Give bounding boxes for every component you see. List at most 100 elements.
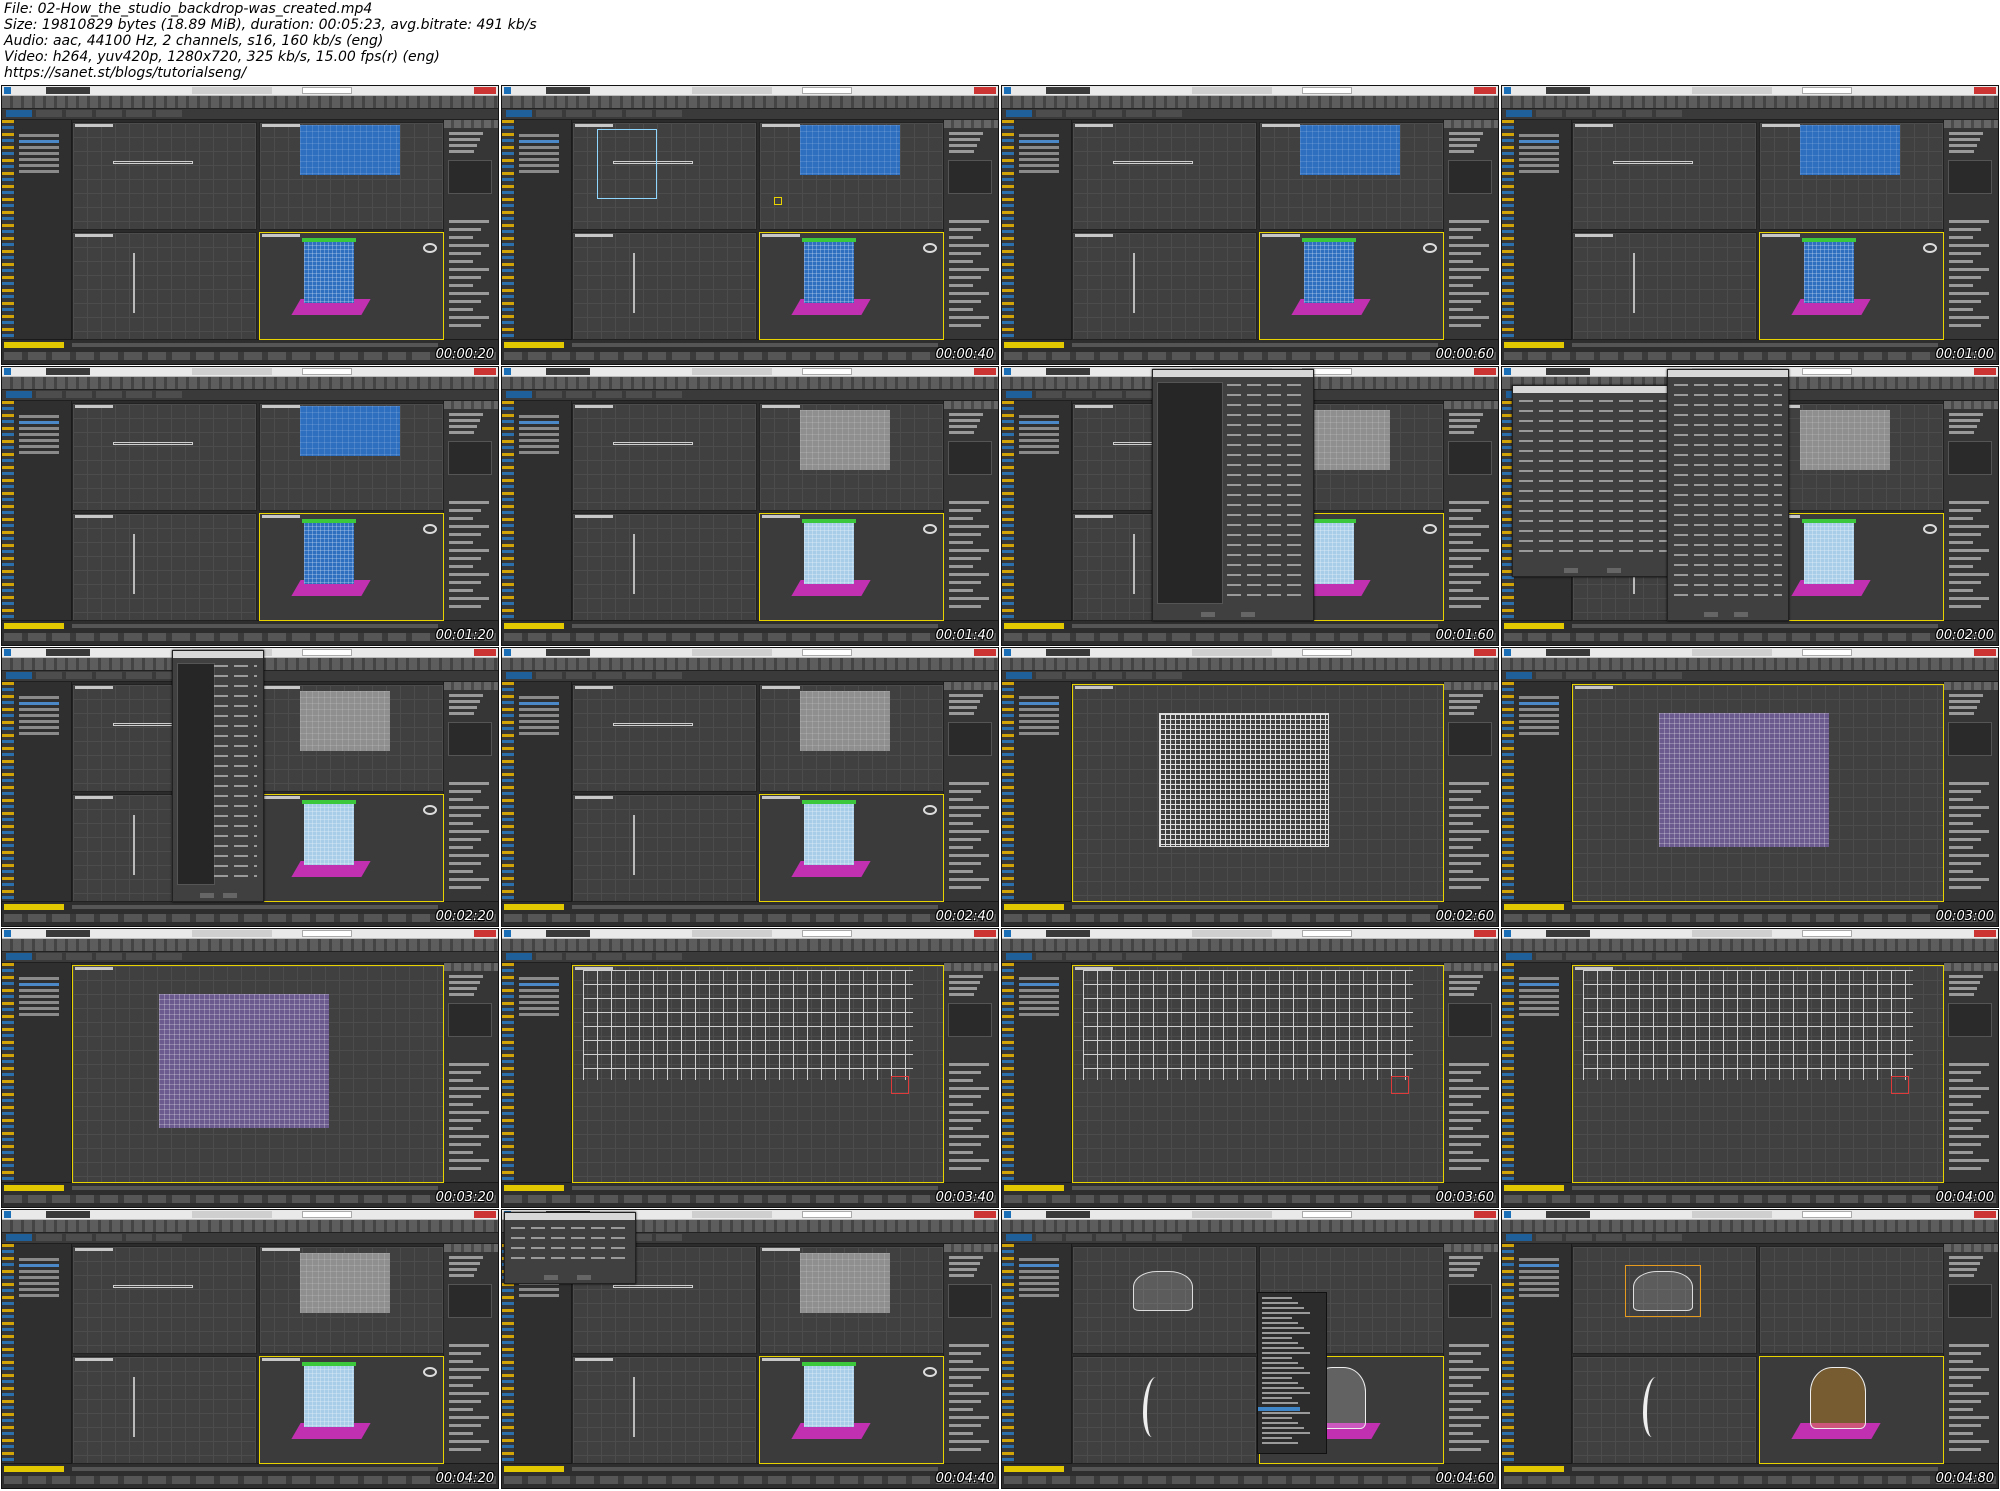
left-tool-strip[interactable] bbox=[1502, 963, 1514, 1183]
explorer-row[interactable] bbox=[519, 451, 559, 454]
ribbon-tab[interactable] bbox=[1506, 1234, 1532, 1241]
ribbon-tab[interactable] bbox=[1506, 953, 1532, 960]
left-tool-strip[interactable] bbox=[1002, 682, 1014, 902]
ok-button[interactable] bbox=[1704, 612, 1718, 617]
window-controls[interactable] bbox=[974, 1211, 996, 1218]
explorer-row[interactable] bbox=[519, 439, 559, 442]
ribbon-tab[interactable] bbox=[36, 953, 62, 960]
cancel-button[interactable] bbox=[576, 1275, 591, 1280]
ribbon-tab[interactable] bbox=[36, 1234, 62, 1241]
workspace-dropdown[interactable] bbox=[1546, 1211, 1590, 1218]
window-controls[interactable] bbox=[474, 930, 496, 937]
search-field[interactable] bbox=[802, 368, 852, 375]
explorer-row[interactable] bbox=[1019, 702, 1059, 705]
left-tool-strip[interactable] bbox=[2, 963, 14, 1183]
explorer-row[interactable] bbox=[19, 415, 59, 418]
ribbon-tab[interactable] bbox=[1596, 953, 1622, 960]
explorer-row[interactable] bbox=[1019, 427, 1059, 430]
ribbon-tab[interactable] bbox=[1036, 672, 1062, 679]
explorer-row[interactable] bbox=[519, 427, 559, 430]
ribbon-tab[interactable] bbox=[596, 110, 622, 117]
ribbon-tab[interactable] bbox=[1566, 110, 1592, 117]
search-field[interactable] bbox=[1302, 649, 1352, 656]
explorer-row[interactable] bbox=[519, 445, 559, 448]
ribbon-tab[interactable] bbox=[156, 391, 182, 398]
main-toolbar[interactable] bbox=[1002, 96, 1498, 109]
explorer-row[interactable] bbox=[1019, 1276, 1059, 1279]
explorer-row[interactable] bbox=[1019, 146, 1059, 149]
explorer-row[interactable] bbox=[1519, 1013, 1559, 1016]
ribbon-tab[interactable] bbox=[1006, 953, 1032, 960]
time-slider[interactable] bbox=[1072, 1186, 1438, 1190]
explorer-row[interactable] bbox=[1519, 1282, 1559, 1285]
explorer-row[interactable] bbox=[519, 134, 559, 137]
main-toolbar[interactable] bbox=[1502, 96, 1998, 109]
ribbon-tab[interactable] bbox=[626, 391, 652, 398]
ribbon-tab[interactable] bbox=[1506, 672, 1532, 679]
ribbon-tab[interactable] bbox=[506, 672, 532, 679]
ribbon-tab[interactable] bbox=[36, 110, 62, 117]
explorer-row[interactable] bbox=[519, 433, 559, 436]
explorer-row[interactable] bbox=[1519, 1270, 1559, 1273]
ribbon-tab[interactable] bbox=[1066, 672, 1092, 679]
ribbon-tab[interactable] bbox=[96, 110, 122, 117]
ribbon-tab[interactable] bbox=[1656, 1234, 1682, 1241]
search-field[interactable] bbox=[802, 87, 852, 94]
ribbon-tab[interactable] bbox=[1006, 391, 1032, 398]
cancel-button[interactable] bbox=[1734, 612, 1748, 617]
ribbon-tab[interactable] bbox=[656, 391, 682, 398]
workspace-dropdown[interactable] bbox=[546, 87, 590, 94]
ribbon-tab[interactable] bbox=[1096, 110, 1122, 117]
explorer-row[interactable] bbox=[1519, 726, 1559, 729]
explorer-row[interactable] bbox=[1019, 152, 1059, 155]
ok-button[interactable] bbox=[200, 893, 214, 898]
ribbon-tab[interactable] bbox=[1566, 1234, 1592, 1241]
ribbon-tab[interactable] bbox=[6, 1234, 32, 1241]
explorer-row[interactable] bbox=[519, 415, 559, 418]
time-slider[interactable] bbox=[72, 1467, 438, 1471]
search-field[interactable] bbox=[1802, 87, 1852, 94]
explorer-row[interactable] bbox=[1519, 1276, 1559, 1279]
explorer-row[interactable] bbox=[519, 732, 559, 735]
explorer-row[interactable] bbox=[1019, 1001, 1059, 1004]
explorer-row[interactable] bbox=[1019, 1258, 1059, 1261]
explorer-row[interactable] bbox=[1519, 1264, 1559, 1267]
ribbon-tab[interactable] bbox=[656, 1234, 682, 1241]
ribbon-tab[interactable] bbox=[656, 110, 682, 117]
ribbon-tab[interactable] bbox=[566, 672, 592, 679]
ribbon-tab[interactable] bbox=[1066, 1234, 1092, 1241]
explorer-row[interactable] bbox=[1019, 726, 1059, 729]
ribbon-tab[interactable] bbox=[536, 110, 562, 117]
explorer-row[interactable] bbox=[1519, 714, 1559, 717]
left-tool-strip[interactable] bbox=[1502, 682, 1514, 902]
time-slider[interactable] bbox=[1572, 1467, 1938, 1471]
explorer-row[interactable] bbox=[19, 1288, 59, 1291]
explorer-row[interactable] bbox=[519, 152, 559, 155]
time-slider[interactable] bbox=[1072, 905, 1438, 909]
workspace-dropdown[interactable] bbox=[1046, 87, 1090, 94]
workspace-dropdown[interactable] bbox=[546, 649, 590, 656]
ribbon-tab[interactable] bbox=[96, 953, 122, 960]
time-slider[interactable] bbox=[572, 624, 938, 628]
explorer-row[interactable] bbox=[1519, 158, 1559, 161]
explorer-row[interactable] bbox=[519, 977, 559, 980]
main-toolbar[interactable] bbox=[502, 658, 998, 671]
explorer-row[interactable] bbox=[19, 702, 59, 705]
ribbon-tab[interactable] bbox=[536, 672, 562, 679]
main-toolbar[interactable] bbox=[502, 96, 998, 109]
ribbon-tab[interactable] bbox=[6, 953, 32, 960]
explorer-row[interactable] bbox=[1519, 983, 1559, 986]
main-toolbar[interactable] bbox=[2, 377, 498, 390]
main-toolbar[interactable] bbox=[1002, 658, 1498, 671]
ribbon-tab[interactable] bbox=[66, 672, 92, 679]
explorer-row[interactable] bbox=[1519, 732, 1559, 735]
window-controls[interactable] bbox=[1974, 1211, 1996, 1218]
explorer-row[interactable] bbox=[19, 1294, 59, 1297]
ribbon-tab[interactable] bbox=[1126, 953, 1152, 960]
ribbon-tab[interactable] bbox=[1506, 110, 1532, 117]
time-slider[interactable] bbox=[1072, 624, 1438, 628]
left-tool-strip[interactable] bbox=[1002, 401, 1014, 621]
explorer-row[interactable] bbox=[19, 708, 59, 711]
explorer-row[interactable] bbox=[519, 995, 559, 998]
ribbon-tab[interactable] bbox=[66, 110, 92, 117]
